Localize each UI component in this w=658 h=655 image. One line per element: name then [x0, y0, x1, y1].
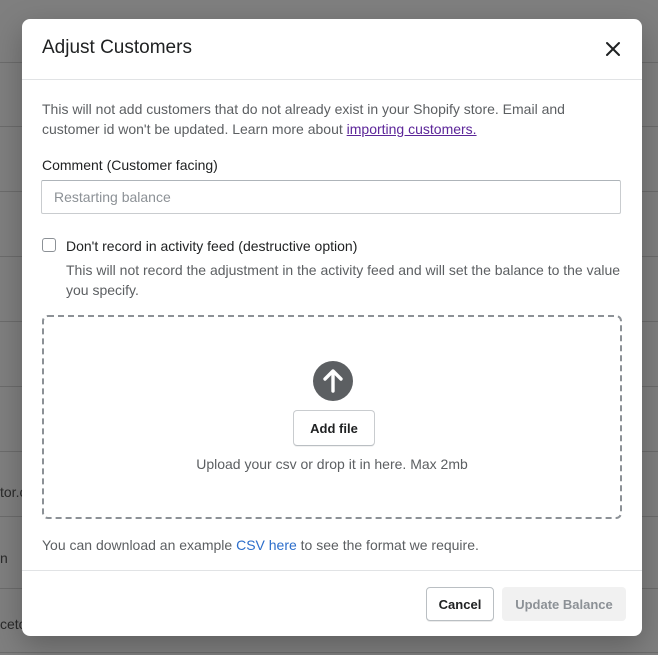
intro-text: This will not add customers that do not …: [42, 99, 617, 139]
intro-body: This will not add customers that do not …: [42, 101, 565, 137]
modal-footer: Cancel Update Balance: [22, 570, 642, 636]
modal-title: Adjust Customers: [42, 37, 192, 58]
close-button[interactable]: [602, 38, 624, 60]
download-note-after: to see the format we require.: [296, 537, 479, 553]
bg-divider: [0, 652, 658, 653]
download-note-before: You can download an example: [42, 537, 237, 553]
dropzone-hint: Upload your csv or drop it in here. Max …: [196, 456, 468, 472]
bg-cell-text: n: [0, 550, 8, 566]
comment-input[interactable]: [41, 180, 621, 214]
csv-download-link[interactable]: CSV here: [236, 537, 297, 553]
activity-feed-checkbox-label[interactable]: Don't record in activity feed (destructi…: [66, 236, 357, 256]
adjust-customers-modal: Adjust Customers This will not add custo…: [22, 19, 642, 636]
cancel-button[interactable]: Cancel: [426, 587, 494, 621]
file-dropzone[interactable]: Add file Upload your csv or drop it in h…: [42, 315, 622, 519]
update-balance-button[interactable]: Update Balance: [502, 587, 626, 621]
upload-arrow-icon: [313, 361, 353, 401]
importing-customers-link[interactable]: importing customers.: [347, 121, 477, 137]
activity-feed-checkbox[interactable]: [42, 238, 56, 252]
close-icon: [606, 42, 620, 56]
activity-feed-help-text: This will not record the adjustment in t…: [66, 262, 621, 298]
add-file-button[interactable]: Add file: [293, 410, 375, 446]
comment-label: Comment (Customer facing): [42, 157, 218, 173]
download-example-note: You can download an example CSV here to …: [42, 535, 479, 555]
modal-header: Adjust Customers: [22, 19, 642, 80]
